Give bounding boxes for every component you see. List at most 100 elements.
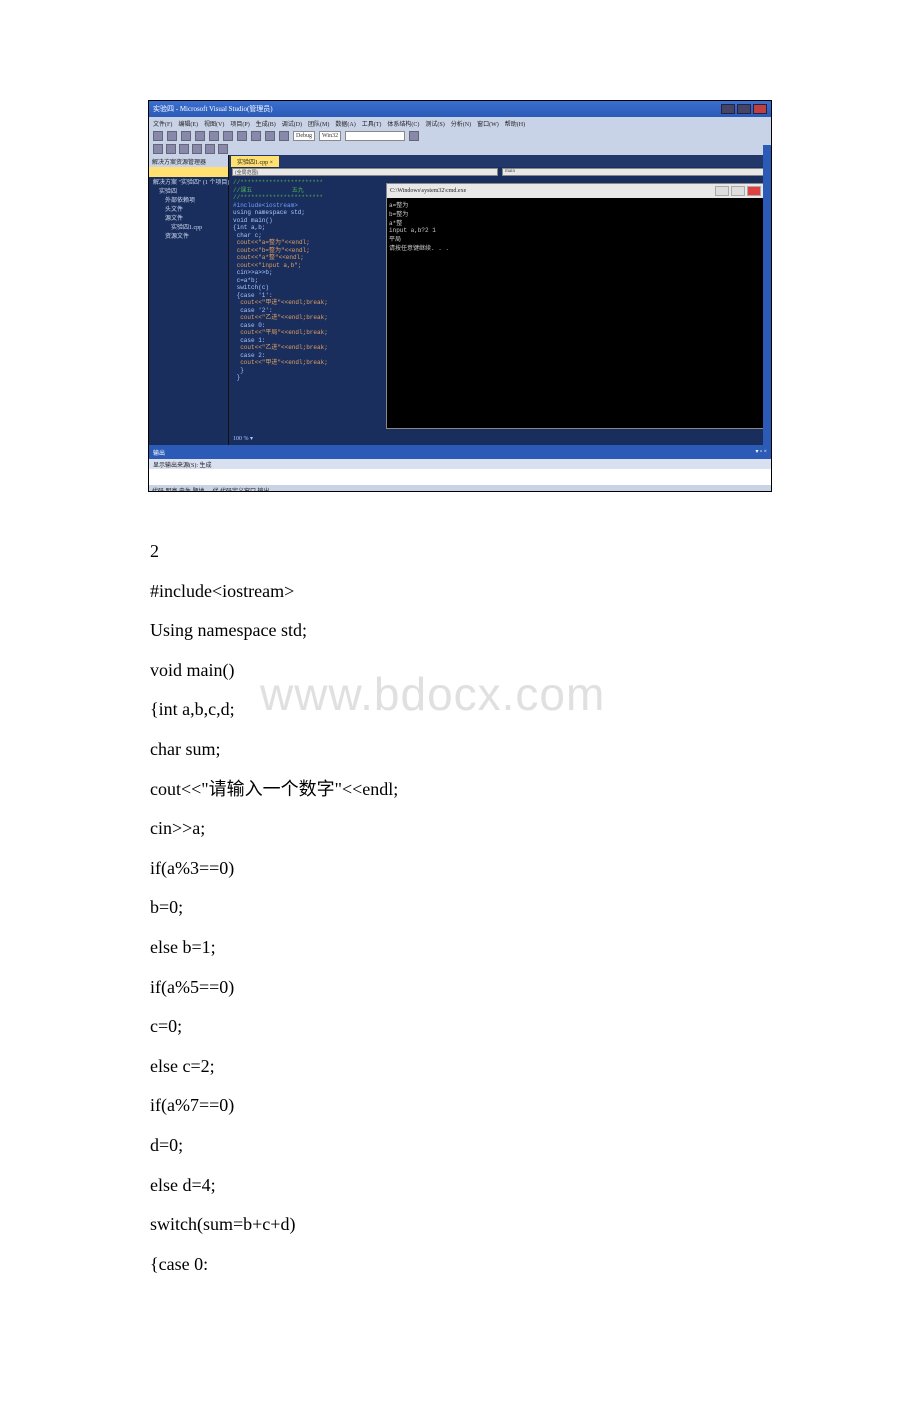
save-icon[interactable] xyxy=(181,131,191,141)
window-titlebar: 实验四 - Microsoft Visual Studio(管理员) xyxy=(149,101,771,117)
tool-icon[interactable] xyxy=(218,144,228,154)
right-sidebar[interactable] xyxy=(763,145,771,445)
ide-screenshot: 实验四 - Microsoft Visual Studio(管理员) 文件(F)… xyxy=(148,100,772,492)
output-source-label[interactable]: 显示输出来源(S): 生成 xyxy=(153,460,212,468)
minimize-button[interactable] xyxy=(721,104,735,114)
menu-item[interactable]: 生成(B) xyxy=(256,119,276,128)
doc-line: else b=1; xyxy=(150,928,770,968)
doc-line: if(a%5==0) xyxy=(150,968,770,1008)
tree-item[interactable]: 头文件 xyxy=(151,206,226,215)
solution-toolbar xyxy=(149,167,228,177)
bottom-tab[interactable]: 代 代码定义窗口 输出 xyxy=(213,486,270,493)
doc-line: cout<<"请输入一个数字"<<endl; xyxy=(150,770,770,810)
editor-tabs: 实验四1.cpp × xyxy=(229,155,771,167)
cut-icon[interactable] xyxy=(209,131,219,141)
tree-item[interactable]: 源文件 xyxy=(151,215,226,224)
target-combo[interactable] xyxy=(345,131,405,141)
toolbar: Debug Win32 xyxy=(149,129,771,143)
editor-tab[interactable]: 实验四1.cpp × xyxy=(231,156,279,167)
menu-item[interactable]: 测试(S) xyxy=(425,119,444,128)
menu-item[interactable]: 项目(P) xyxy=(230,119,249,128)
doc-line: else d=4; xyxy=(150,1166,770,1206)
copy-icon[interactable] xyxy=(223,131,233,141)
tree-item[interactable]: 资源文件 xyxy=(151,233,226,242)
editor-zoom[interactable]: 100 % ▾ xyxy=(229,435,771,445)
tool-icon[interactable] xyxy=(179,144,189,154)
scope-right[interactable]: main xyxy=(502,168,768,176)
menu-item[interactable]: 工具(T) xyxy=(362,119,382,128)
output-pin-icon[interactable]: ▾ ▫ × xyxy=(755,448,767,458)
solution-explorer: 解决方案资源管理器 解决方案 "实验四" (1 个项目) 实验四 外部依赖项 头… xyxy=(149,155,229,445)
doc-line: {case 0: xyxy=(150,1245,770,1285)
tool-icon[interactable] xyxy=(192,144,202,154)
window-title: 实验四 - Microsoft Visual Studio(管理员) xyxy=(153,104,273,114)
console-max-button[interactable] xyxy=(731,186,745,196)
doc-line: Using namespace std; xyxy=(150,611,770,651)
menu-item[interactable]: 分析(N) xyxy=(451,119,471,128)
undo-icon[interactable] xyxy=(251,131,261,141)
doc-line: void main() xyxy=(150,651,770,691)
open-icon[interactable] xyxy=(167,131,177,141)
menu-item[interactable]: 视图(V) xyxy=(204,119,224,128)
editor-area: 实验四1.cpp × (全局范围) main //***************… xyxy=(229,155,771,445)
redo-icon[interactable] xyxy=(265,131,275,141)
doc-line: c=0; xyxy=(150,1007,770,1047)
saveall-icon[interactable] xyxy=(195,131,205,141)
menu-item[interactable]: 编辑(E) xyxy=(178,119,198,128)
tool-icon[interactable] xyxy=(205,144,215,154)
doc-line: {int a,b,c,d; xyxy=(150,690,770,730)
platform-combo[interactable]: Win32 xyxy=(319,131,341,141)
window-controls xyxy=(721,104,767,114)
output-toolbar: 显示输出来源(S): 生成 xyxy=(149,459,771,469)
output-title: 输出 xyxy=(153,448,165,458)
doc-line: switch(sum=b+c+d) xyxy=(150,1205,770,1245)
scope-bar: (全局范围) main xyxy=(229,167,771,177)
console-close-button[interactable] xyxy=(747,186,761,196)
solution-tree[interactable]: 解决方案 "实验四" (1 个项目) 实验四 外部依赖项 头文件 源文件 实验四… xyxy=(149,177,228,445)
console-title-text: C:\Windows\system32\cmd.exe xyxy=(390,188,466,194)
menubar: 文件(F) 编辑(E) 视图(V) 项目(P) 生成(B) 调试(D) 团队(M… xyxy=(149,117,771,129)
tree-item[interactable]: 外部依赖项 xyxy=(151,197,226,206)
menu-item[interactable]: 帮助(H) xyxy=(505,119,525,128)
menu-item[interactable]: 数据(A) xyxy=(335,119,355,128)
main-area: 解决方案资源管理器 解决方案 "实验四" (1 个项目) 实验四 外部依赖项 头… xyxy=(149,155,771,445)
tool-icon[interactable] xyxy=(153,144,163,154)
tree-item[interactable]: 实验四1.cpp xyxy=(151,224,226,233)
console-min-button[interactable] xyxy=(715,186,729,196)
doc-line: if(a%7==0) xyxy=(150,1086,770,1126)
maximize-button[interactable] xyxy=(737,104,751,114)
menu-item[interactable]: 窗口(W) xyxy=(477,119,499,128)
menu-item[interactable]: 调试(D) xyxy=(282,119,302,128)
doc-line: 2 xyxy=(150,532,770,572)
console-titlebar: C:\Windows\system32\cmd.exe xyxy=(387,184,764,198)
find-icon[interactable] xyxy=(409,131,419,141)
menu-item[interactable]: 文件(F) xyxy=(153,119,172,128)
toolbar-secondary xyxy=(149,143,771,155)
console-window: C:\Windows\system32\cmd.exe a=整为 b=整为 a*… xyxy=(386,183,765,429)
tree-item[interactable]: 解决方案 "实验四" (1 个项目) xyxy=(151,179,226,188)
console-output: a=整为 b=整为 a*整 input a,b?2 1 平局 请按任意键继续. … xyxy=(387,198,764,428)
doc-line: char sum; xyxy=(150,730,770,770)
bottom-tab[interactable]: 代码 明亮 电生 题地 xyxy=(152,486,205,493)
tool-icon[interactable] xyxy=(166,144,176,154)
new-icon[interactable] xyxy=(153,131,163,141)
menu-item[interactable]: 团队(M) xyxy=(308,119,329,128)
tree-item[interactable]: 实验四 xyxy=(151,188,226,197)
page: 实验四 - Microsoft Visual Studio(管理员) 文件(F)… xyxy=(0,100,920,1284)
solution-header: 解决方案资源管理器 xyxy=(149,155,228,167)
code-body-wrap: //***********************//课五 五九//******… xyxy=(229,177,771,435)
output-header: 输出 ▾ ▫ × xyxy=(149,447,771,459)
bottom-tabs: 代码 明亮 电生 题地 代 代码定义窗口 输出 xyxy=(149,485,771,492)
run-icon[interactable] xyxy=(279,131,289,141)
document-body: www.bdocx.com 2 #include<iostream> Using… xyxy=(150,532,770,1284)
doc-line: if(a%3==0) xyxy=(150,849,770,889)
menu-item[interactable]: 体系结构(C) xyxy=(387,119,419,128)
close-button[interactable] xyxy=(753,104,767,114)
doc-line: else c=2; xyxy=(150,1047,770,1087)
doc-line: #include<iostream> xyxy=(150,572,770,612)
doc-line: cin>>a; xyxy=(150,809,770,849)
config-combo[interactable]: Debug xyxy=(293,131,315,141)
code-editor[interactable]: //***********************//课五 五九//******… xyxy=(229,177,384,435)
paste-icon[interactable] xyxy=(237,131,247,141)
scope-left[interactable]: (全局范围) xyxy=(232,168,498,176)
